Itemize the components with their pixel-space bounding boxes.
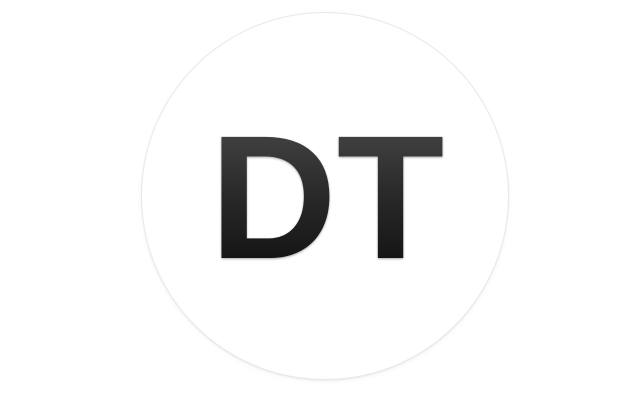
canvas: DT bbox=[0, 0, 640, 400]
avatar-initials: DT bbox=[209, 100, 445, 296]
avatar-circle: DT bbox=[142, 13, 508, 379]
